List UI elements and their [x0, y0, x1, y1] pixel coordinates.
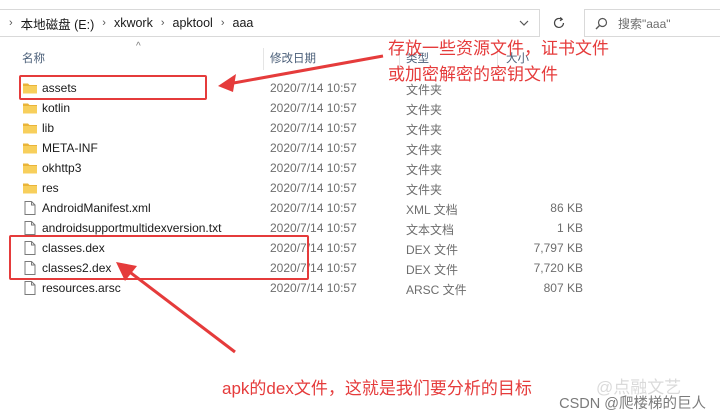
arrow-to-assets	[227, 54, 384, 86]
annotation-bottom: apk的dex文件，这就是我们要分析的目标	[222, 379, 532, 398]
annotation-top-line1: 存放一些资源文件，证书文件	[388, 39, 609, 58]
annotation-arrows	[116, 54, 384, 354]
arrow-to-dex	[126, 268, 236, 354]
annotation-top-line2: 或加密解密的密钥文件	[388, 65, 558, 84]
arrowhead-assets	[218, 74, 236, 92]
watermark: CSDN @爬楼梯的巨人	[559, 396, 706, 412]
arrowhead-dex	[116, 262, 137, 281]
